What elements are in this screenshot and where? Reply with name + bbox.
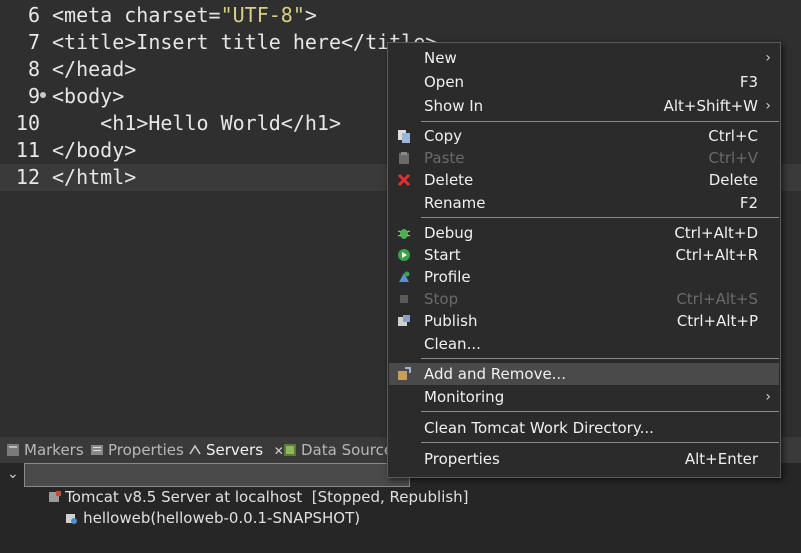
line-number: 11 (15, 138, 40, 162)
menu-item-profile[interactable]: Profile (389, 266, 779, 288)
menu-shortcut: Ctrl+Alt+R (675, 246, 758, 264)
properties-icon (91, 445, 103, 455)
menu-label: Open (424, 73, 465, 91)
submenu-arrow-icon: › (765, 389, 771, 405)
web-module-icon (66, 514, 78, 524)
menu-separator (421, 411, 779, 412)
tab-properties[interactable]: Properties (90, 437, 184, 463)
menu-item-show-in[interactable]: Show In Alt+Shift+W › (389, 95, 779, 117)
menu-item-rename[interactable]: Rename F2 (389, 192, 779, 214)
menu-item-publish[interactable]: Publish Ctrl+Alt+P (389, 310, 779, 332)
menu-label: Clean... (424, 335, 481, 353)
servers-icon (189, 444, 201, 455)
tab-data-source[interactable]: Data Source (283, 437, 393, 463)
menu-separator (421, 442, 779, 443)
menu-item-delete[interactable]: Delete Delete (389, 169, 779, 191)
menu-item-copy[interactable]: Copy Ctrl+C (389, 125, 779, 147)
code-text: <meta charset="UTF-8"> (52, 3, 317, 27)
line-number: 9 (27, 84, 40, 108)
menu-label: Start (424, 246, 461, 264)
line-number: 7 (27, 30, 40, 54)
module-label: helloweb(helloweb-0.0.1-SNAPSHOT) (83, 509, 361, 527)
menu-label: Clean Tomcat Work Directory... (424, 419, 654, 437)
menu-shortcut: Ctrl+Alt+P (676, 312, 758, 330)
menu-item-open[interactable]: Open F3 (389, 71, 779, 93)
line-number: 10 (15, 111, 40, 135)
menu-item-start[interactable]: Start Ctrl+Alt+R (389, 244, 779, 266)
code-text: </head> (52, 57, 137, 81)
data-source-icon (284, 444, 296, 456)
menu-item-monitoring[interactable]: Monitoring › (389, 386, 779, 408)
menu-item-properties[interactable]: Properties Alt+Enter (389, 448, 779, 470)
expand-chevron-icon[interactable]: ⌄ (7, 463, 19, 485)
submenu-arrow-icon: › (765, 50, 771, 66)
menu-label: Stop (424, 290, 459, 308)
menu-separator (421, 358, 779, 359)
menu-item-new[interactable]: New › (389, 47, 779, 69)
menu-separator (421, 217, 779, 218)
copy-icon (398, 130, 410, 143)
tab-label: Properties (108, 441, 184, 459)
menu-item-debug[interactable]: Debug Ctrl+Alt+D (389, 222, 779, 244)
start-icon (398, 249, 410, 261)
stop-icon (400, 295, 408, 303)
menu-label: Publish (424, 312, 478, 330)
profile-icon (399, 271, 410, 282)
paste-icon (399, 152, 409, 164)
menu-label: Delete (424, 171, 474, 189)
markers-icon (7, 444, 19, 456)
menu-shortcut: Alt+Shift+W (663, 97, 758, 115)
menu-shortcut: Ctrl+V (708, 149, 758, 167)
menu-label: New (424, 49, 457, 67)
menu-shortcut: Ctrl+Alt+S (676, 290, 758, 308)
menu-item-stop: Stop Ctrl+Alt+S (389, 288, 779, 310)
menu-label: Monitoring (424, 388, 505, 406)
code-text: </body> (52, 138, 137, 162)
menu-shortcut: Delete (708, 171, 758, 189)
menu-separator (421, 121, 779, 122)
menu-label: Show In (424, 97, 484, 115)
tab-label: Data Source (301, 441, 394, 459)
line-number: 12 (15, 165, 40, 189)
menu-label: Properties (424, 450, 500, 468)
menu-label: Profile (424, 268, 471, 286)
delete-icon (397, 173, 411, 187)
menu-item-paste: Paste Ctrl+V (389, 147, 779, 169)
menu-shortcut: Ctrl+C (708, 127, 758, 145)
menu-shortcut: Ctrl+Alt+D (674, 224, 758, 242)
submenu-arrow-icon: › (765, 98, 771, 114)
module-tree-item[interactable]: helloweb(helloweb-0.0.1-SNAPSHOT) (45, 485, 360, 527)
menu-shortcut: Alt+Enter (684, 450, 758, 468)
code-text: <body> (52, 84, 125, 108)
menu-shortcut: F3 (739, 73, 758, 91)
code-line[interactable]: 6 <meta charset="UTF-8"> (0, 2, 801, 29)
publish-icon (398, 315, 410, 326)
tab-servers[interactable]: Servers ✕ (188, 437, 284, 463)
menu-label: Paste (424, 149, 465, 167)
line-number: 6 (27, 3, 40, 27)
menu-label: Debug (424, 224, 474, 242)
code-text: </html> (52, 165, 137, 189)
code-text: <title>Insert title here</title> (52, 30, 438, 54)
menu-label: Rename (424, 194, 486, 212)
debug-icon (397, 229, 411, 239)
menu-label: Copy (424, 127, 463, 145)
server-tree-item[interactable]: Tomcat v8.5 Server at localhost [Stopped… (24, 463, 469, 506)
menu-label: Add and Remove... (424, 365, 566, 383)
context-menu: New › Open F3 Show In Alt+Shift+W › Copy… (387, 42, 781, 478)
tab-label: Servers (206, 441, 264, 459)
tab-label: Markers (24, 441, 84, 459)
add-remove-icon (398, 367, 411, 380)
code-text: <h1>Hello World</h1> (52, 111, 341, 135)
menu-item-add-and-remove[interactable]: Add and Remove... (389, 363, 779, 385)
fold-marker-icon[interactable] (40, 92, 46, 98)
tab-markers[interactable]: Markers (6, 437, 84, 463)
menu-shortcut: F2 (739, 194, 758, 212)
menu-item-clean[interactable]: Clean... (389, 333, 779, 355)
menu-item-clean-work-directory[interactable]: Clean Tomcat Work Directory... (389, 417, 779, 439)
line-number: 8 (27, 57, 40, 81)
